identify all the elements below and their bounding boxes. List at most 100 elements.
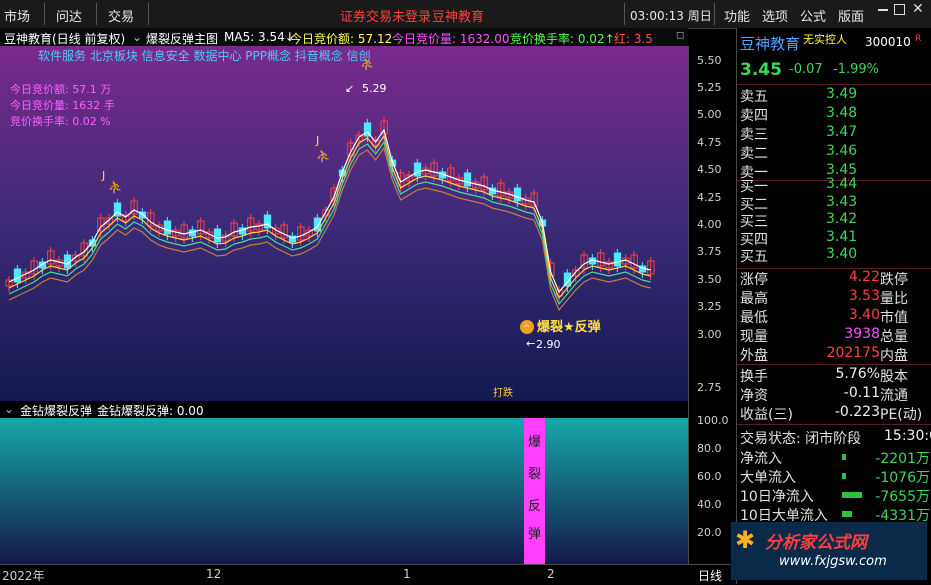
last-price: 3.45	[740, 60, 782, 80]
menu-bar: 市场 问达 交易 证券交易未登录 豆神教育 03:00:13 周日 功能 选项 …	[0, 0, 931, 29]
price-change: -0.07	[789, 62, 823, 77]
candle	[463, 172, 472, 187]
watermark-logo: ✱ 分析家公式网 www.fxjgsw.com	[731, 522, 927, 580]
sub-y-tick: 80.0	[697, 442, 722, 455]
auction-volume: 今日竞价量: 1632.00	[392, 32, 510, 46]
stat-value: 202175	[826, 345, 880, 361]
signal-bar-char-2: 裂	[528, 467, 541, 482]
maximize-icon[interactable]	[894, 4, 905, 15]
stat-label-2: 总量	[880, 329, 908, 345]
flow-row: 净流入 -2201万	[740, 448, 930, 467]
signal-badge-glyph: ^	[523, 324, 531, 334]
candle	[163, 220, 172, 235]
sub-indicator-chart[interactable]: 爆 裂 反 弹	[0, 418, 688, 564]
stat-value: 4.22	[848, 269, 880, 285]
sub-y-tick: 20.0	[697, 526, 722, 539]
logo-text: 分析家公式网	[765, 533, 867, 553]
quote-panel: 豆神教育 无实控人 300010 R 3.45 -0.07 -1.99% 卖五 …	[731, 28, 931, 584]
menu-layout[interactable]: 版面	[838, 6, 864, 25]
stat-row: 现量 3938 总量	[740, 326, 930, 345]
login-notice[interactable]: 证券交易未登录	[340, 6, 431, 25]
candle	[613, 252, 622, 267]
candle	[413, 162, 422, 177]
stat-label: 最低	[740, 310, 768, 326]
menu-market[interactable]: 市场	[4, 6, 30, 25]
menu-trade[interactable]: 交易	[108, 6, 134, 25]
menu-formula[interactable]: 公式	[800, 6, 826, 25]
chart-header: 豆神教育(日线 前复权) ⌄ 爆裂反弹主图 MA5: 3.54↓ 今日竞价额: …	[0, 28, 688, 46]
bid-price: 3.43	[826, 193, 858, 210]
stat-label-2: 量比	[880, 291, 908, 307]
low-label: 2.90	[536, 338, 561, 351]
bid-price: 3.41	[826, 228, 858, 245]
auction-info: 今日竞价额: 57.1 万 今日竞价量: 1632 手 竞价换手率: 0.02 …	[10, 82, 115, 130]
flow-bar	[842, 492, 862, 498]
sub-y-tick: 40.0	[697, 498, 722, 511]
expand-icon[interactable]: ◻	[676, 30, 684, 41]
stats2-row: 换手 5.76% 股本	[740, 366, 930, 385]
chart-title: 豆神教育(日线 前复权)	[4, 32, 126, 46]
stat2-label: 净资	[740, 388, 768, 404]
y-tick: 5.50	[697, 54, 722, 67]
chevron-down-icon[interactable]: ⌄	[4, 402, 14, 416]
stat-row: 涨停 4.22 跌停	[740, 269, 930, 288]
bid-row: 买四 3.41	[740, 229, 930, 248]
stat2-value: -0.11	[843, 385, 880, 401]
y-tick: 3.50	[697, 273, 722, 286]
price-change-pct: -1.99%	[833, 62, 879, 77]
sub-y-tick: 60.0	[697, 470, 722, 483]
period-label[interactable]: 日线	[698, 567, 722, 584]
bid-price: 3.40	[826, 246, 858, 262]
stat-row: 外盘 202175 内盘	[740, 345, 930, 364]
rebound-signal: 爆裂★反弹	[537, 319, 601, 335]
stat-label: 最高	[740, 291, 768, 307]
high-annotation: ↙	[345, 82, 354, 95]
signal-bar-char-3: 反	[528, 499, 541, 514]
bid-row: 买一 3.44	[740, 176, 930, 195]
y-tick: 4.25	[697, 191, 722, 204]
bid-row: 买二 3.43	[740, 194, 930, 213]
chevron-down-icon[interactable]: ⌄	[132, 30, 142, 44]
flow-label: 净流入	[740, 451, 782, 467]
candle	[513, 187, 522, 202]
signal-bar-char-4: 弹	[528, 527, 541, 542]
concept-tags: 软件服务 北京板块 信息安全 数据中心 PPP概念 抖音概念 信创	[38, 49, 371, 63]
stock-tag: 无实控人	[803, 33, 847, 46]
time-tick: 2	[547, 567, 555, 581]
minimize-icon[interactable]	[878, 9, 888, 11]
ask-price: 3.46	[826, 143, 858, 159]
menu-options[interactable]: 选项	[762, 6, 788, 25]
sub-indicator-name[interactable]: 金钻爆裂反弹	[20, 402, 92, 419]
close-icon[interactable]: ✕	[912, 1, 924, 17]
stat-row: 最低 3.40 市值	[740, 307, 930, 326]
bid-label: 买五	[740, 249, 768, 265]
ma5-value: MA5: 3.54↓	[224, 30, 295, 44]
logo-url: www.fxjgsw.com	[779, 554, 887, 569]
flow-bar	[842, 473, 846, 479]
ask-row: 卖二 3.46	[740, 143, 930, 162]
stat2-label: 换手	[740, 369, 768, 385]
ask-row: 卖五 3.49	[740, 86, 930, 105]
j-mark-1: J	[101, 169, 105, 182]
stat2-value: 5.76%	[835, 366, 880, 382]
brand-notice: 豆神教育	[432, 10, 485, 25]
stat2-label-2: 流通	[880, 388, 908, 404]
y-tick: 4.00	[697, 218, 722, 231]
indicator-name[interactable]: 爆裂反弹主图	[146, 30, 218, 47]
price-axis: 5.50 5.25 5.00 4.75 4.50 4.25 4.00 3.75 …	[688, 46, 737, 564]
stat2-value: -0.223	[834, 404, 880, 420]
sub-chart-background	[0, 418, 688, 564]
sub-chart-header: ⌄ 金钻爆裂反弹 金钻爆裂反弹: 0.00	[0, 401, 688, 418]
flow-value: -7655万	[875, 489, 930, 505]
auction-amount: 今日竞价额: 57.12	[290, 32, 393, 46]
sub-y-tick: 100.0	[697, 414, 729, 427]
stat-label: 外盘	[740, 348, 768, 364]
time-tick: 1	[403, 567, 411, 581]
ask-label: 卖二	[740, 146, 768, 162]
trade-status-label: 交易状态: 闭市阶段	[740, 431, 862, 447]
stat-value: 3.53	[848, 288, 880, 304]
menu-function[interactable]: 功能	[724, 6, 750, 25]
ask-row: 卖四 3.48	[740, 105, 930, 124]
menu-wenda[interactable]: 问达	[56, 6, 82, 25]
ask-label: 卖三	[740, 127, 768, 143]
